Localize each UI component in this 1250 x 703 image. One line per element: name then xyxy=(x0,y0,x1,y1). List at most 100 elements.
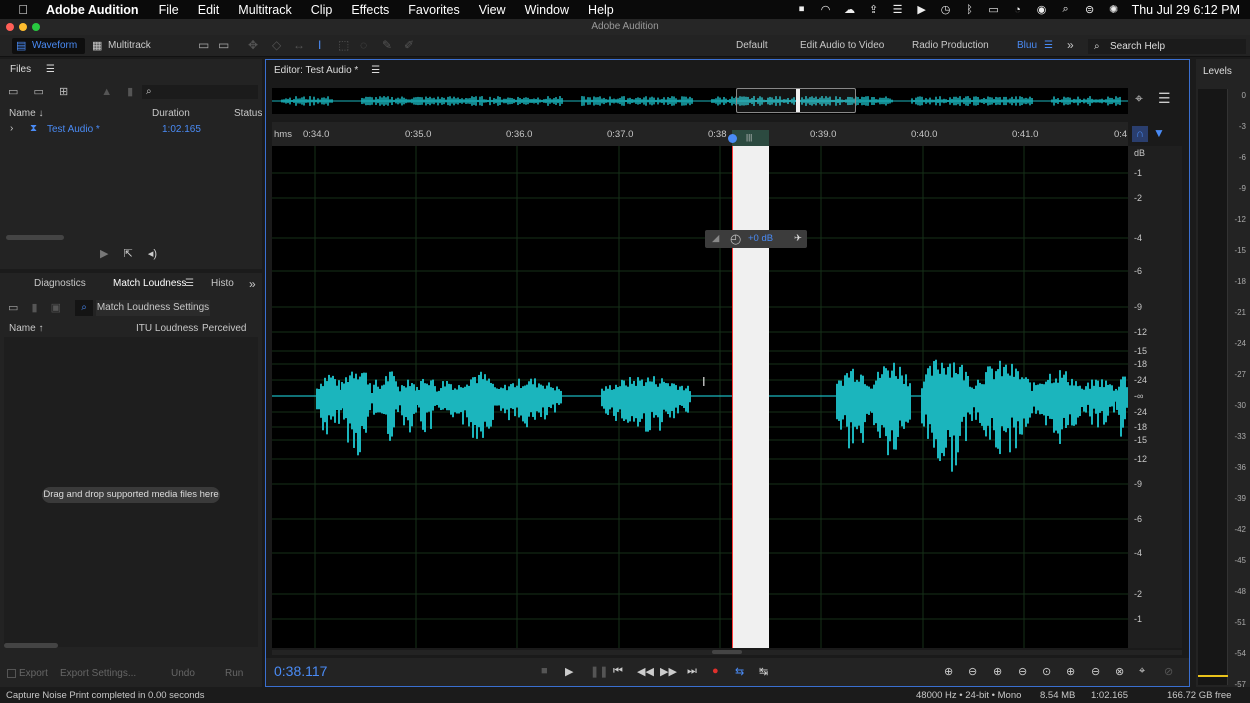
skip-to-end-icon[interactable]: ⏭ xyxy=(687,665,697,678)
lasso-tool-icon[interactable]: ◌ xyxy=(360,38,367,52)
horizontal-scrollbar[interactable] xyxy=(712,650,742,654)
open-file-icon[interactable]: ▭ xyxy=(8,86,18,98)
scan-loudness-icon[interactable]: ⌕ xyxy=(75,300,93,316)
time-machine-icon[interactable]: ◷ xyxy=(934,3,958,16)
apple-menu-icon[interactable]:  xyxy=(0,2,46,17)
menu-view[interactable]: View xyxy=(479,3,506,17)
panel-menu-icon[interactable]: ☰ xyxy=(185,273,194,295)
delete-icon[interactable]: ▮ xyxy=(31,302,37,314)
zoom-in-point-icon[interactable]: ⊕ xyxy=(1066,665,1075,678)
fast-forward-icon[interactable]: ▶▶ xyxy=(660,665,677,678)
stop-icon[interactable]: ■ xyxy=(541,665,548,677)
marquee-tool-icon[interactable]: ⬚ xyxy=(338,38,349,52)
spectral-pitch-icon[interactable]: ▭ xyxy=(218,38,229,52)
zoom-in-time-icon[interactable]: ⊕ xyxy=(993,665,1002,678)
close-window-button[interactable] xyxy=(6,23,14,31)
wifi-icon[interactable]: ◔ xyxy=(1006,4,1030,16)
workspace-bluu[interactable]: Bluu xyxy=(1017,40,1037,51)
workspace-edit-audio-to-video[interactable]: Edit Audio to Video xyxy=(800,40,884,51)
time-ruler[interactable]: hms 0:34.0 0:35.0 0:36.0 0:37.0 0:38 0:3… xyxy=(272,122,1128,146)
selection-grip-icon[interactable]: ||| xyxy=(746,133,752,142)
db-scale[interactable]: dB -1 -2 -4 -6 -9 -12 -15 -18 -24 -∞ -24… xyxy=(1128,146,1182,648)
menu-clock[interactable]: Thu Jul 29 6:12 PM xyxy=(1132,3,1240,17)
search-help-input[interactable]: ⌕ Search Help xyxy=(1088,39,1246,54)
column-name[interactable]: Name ↑ xyxy=(9,323,43,334)
spectral-frequency-icon[interactable]: ▭ xyxy=(198,38,209,52)
zoom-in-amplitude-icon[interactable]: ⊕ xyxy=(944,665,953,678)
zoom-out-full-icon[interactable]: ⊙ xyxy=(1042,665,1051,678)
record-icon[interactable]: ● xyxy=(712,665,719,677)
slip-tool-icon[interactable]: ↔ xyxy=(293,38,305,52)
battery-icon[interactable]: ▭ xyxy=(982,3,1006,16)
app-menu[interactable]: Adobe Audition xyxy=(46,3,139,17)
zoom-disabled-icon[interactable]: ⊘ xyxy=(1164,665,1173,678)
time-selection[interactable] xyxy=(732,146,769,648)
play-icon[interactable]: ▶ xyxy=(565,665,573,678)
loop-play-icon[interactable]: ⇱ xyxy=(124,248,133,260)
pin-hud-icon[interactable]: ✈ xyxy=(794,230,802,248)
upload-icon[interactable]: ⇪ xyxy=(862,3,886,16)
more-workspaces-icon[interactable]: » xyxy=(1067,38,1074,52)
run-button[interactable]: Run xyxy=(225,668,243,679)
gain-knob-icon[interactable]: ◴ xyxy=(730,230,741,248)
play-circle-icon[interactable]: ▶ xyxy=(910,3,934,16)
horizontal-scrollbar[interactable] xyxy=(4,643,58,648)
app-status-icon[interactable]: ◠ xyxy=(814,3,838,16)
control-center-icon[interactable]: ⊜ xyxy=(1078,3,1102,16)
stop-record-icon[interactable]: ⏹ xyxy=(790,3,814,16)
autoplay-icon[interactable]: ◂) xyxy=(148,248,157,260)
workspace-radio-production[interactable]: Radio Production xyxy=(912,40,989,51)
horizontal-scrollbar[interactable] xyxy=(6,235,64,240)
menu-window[interactable]: Window xyxy=(525,3,569,17)
undo-button[interactable]: Undo xyxy=(171,668,195,679)
zoom-out-amplitude-icon[interactable]: ⊖ xyxy=(968,665,977,678)
minimize-window-button[interactable] xyxy=(19,23,27,31)
gain-hud[interactable]: ◢ ◴ +0 dB ✈ xyxy=(705,230,807,248)
new-file-icon[interactable]: ⊞ xyxy=(59,86,68,98)
workspace-default[interactable]: Default xyxy=(736,40,768,51)
more-tabs-icon[interactable]: » xyxy=(249,273,256,295)
open-folder-icon[interactable]: ▭ xyxy=(8,302,18,314)
loop-playback-icon[interactable]: ⇆ xyxy=(735,665,744,678)
marker-icon[interactable]: ▼ xyxy=(1153,126,1165,140)
menu-help[interactable]: Help xyxy=(588,3,614,17)
playhead-handle[interactable] xyxy=(728,134,737,143)
overview-waveform[interactable] xyxy=(272,88,1128,114)
time-selection-tool-icon[interactable]: I xyxy=(318,38,321,52)
menu-extra-icon[interactable]: ☰ xyxy=(886,3,910,16)
menu-favorites[interactable]: Favorites xyxy=(408,3,459,17)
brush-tool-icon[interactable]: ✎ xyxy=(382,38,392,52)
tab-histogram[interactable]: Histo xyxy=(211,273,234,295)
pause-icon[interactable]: ❚❚ xyxy=(590,665,608,678)
user-icon[interactable]: ◉ xyxy=(1030,3,1054,16)
tab-match-loudness[interactable]: Match Loudness xyxy=(113,273,186,295)
gain-value[interactable]: +0 dB xyxy=(748,230,773,248)
column-itu-loudness[interactable]: ITU Loudness xyxy=(136,323,198,334)
move-tool-icon[interactable]: ✥ xyxy=(248,38,258,52)
creative-cloud-icon[interactable]: ☁ xyxy=(838,3,862,16)
bluetooth-icon[interactable]: ᛒ xyxy=(958,4,982,16)
menu-file[interactable]: File xyxy=(159,3,179,17)
column-name[interactable]: Name ↓ xyxy=(9,108,43,119)
workspace-menu-icon[interactable]: ☰ xyxy=(1044,40,1053,51)
play-file-icon[interactable]: ▶ xyxy=(100,248,108,260)
column-perceived[interactable]: Perceived xyxy=(202,323,246,334)
menu-effects[interactable]: Effects xyxy=(351,3,389,17)
waveform-view-button[interactable]: ▤ Waveform xyxy=(12,38,86,54)
zoom-selection-icon[interactable]: ⊗ xyxy=(1115,665,1124,678)
editor-title[interactable]: Editor: Test Audio * xyxy=(274,65,358,76)
panel-menu-icon[interactable]: ☰ xyxy=(46,64,55,75)
delete-file-icon[interactable]: ▮ xyxy=(127,86,133,98)
zoom-to-selection-icon[interactable]: ⌖ xyxy=(1135,90,1143,107)
insert-multitrack-icon[interactable]: ▲ xyxy=(101,86,112,98)
match-loudness-settings-button[interactable]: Match Loudness Settings xyxy=(96,300,210,316)
files-search-input[interactable]: ⌕ xyxy=(142,85,258,99)
export-checkbox[interactable] xyxy=(7,669,16,678)
column-duration[interactable]: Duration xyxy=(152,108,190,119)
siri-icon[interactable]: ✺ xyxy=(1102,3,1126,16)
razor-tool-icon[interactable]: ◇ xyxy=(272,38,281,52)
import-file-icon[interactable]: ▭ xyxy=(33,86,43,98)
zoom-reset-icon[interactable]: ⌖ xyxy=(1139,665,1145,678)
zoom-out-time-icon[interactable]: ⊖ xyxy=(1018,665,1027,678)
waveform-display[interactable]: ◢ ◴ +0 dB ✈ I xyxy=(272,146,1128,648)
